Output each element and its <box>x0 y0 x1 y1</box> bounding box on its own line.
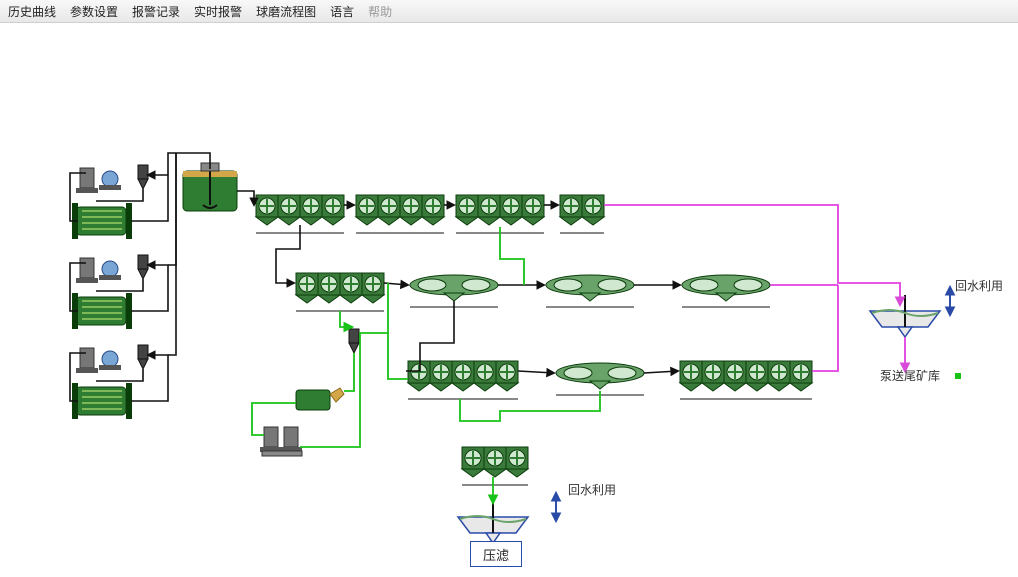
filter-press-box: 压滤 <box>470 541 522 567</box>
label-recycle-right: 回水利用 <box>955 277 1003 294</box>
regrind-pump-1 <box>260 427 282 452</box>
thickener-bottom <box>458 501 528 543</box>
mixing-tank <box>183 163 237 211</box>
mill-line-1 <box>72 165 148 239</box>
label-recycle-bottom: 回水利用 <box>568 481 616 498</box>
label-tailings: 泵送尾矿库 <box>880 367 940 384</box>
row2-bank <box>296 273 384 303</box>
row3-bank <box>408 361 518 391</box>
regrind-pump-2 <box>280 427 302 452</box>
mill-line-2 <box>72 255 148 329</box>
rougher-4 <box>560 195 604 225</box>
row2-cleaner-1 <box>410 275 498 301</box>
menu-bar: 历史曲线 参数设置 报警记录 实时报警 球磨流程图 语言 帮助 <box>0 0 1018 23</box>
row3-bank2 <box>680 361 812 391</box>
menu-history[interactable]: 历史曲线 <box>8 3 56 20</box>
menu-rtalarm[interactable]: 实时报警 <box>194 3 242 20</box>
filter-press-label: 压滤 <box>483 545 509 564</box>
rougher-1 <box>256 195 344 225</box>
flow-canvas: 回水利用 回水利用 泵送尾矿库 压滤 <box>0 23 1018 577</box>
menu-params[interactable]: 参数设置 <box>70 3 118 20</box>
row4-bank <box>462 447 528 477</box>
menu-lang[interactable]: 语言 <box>330 3 354 20</box>
row3-cleaner-1 <box>556 363 644 389</box>
regrind-mill <box>296 388 344 410</box>
thickener-right <box>870 295 940 337</box>
row2-cleaner-3 <box>682 275 770 301</box>
rougher-3 <box>456 195 544 225</box>
rougher-2 <box>356 195 444 225</box>
regrind-cyclone <box>349 329 359 353</box>
menu-help[interactable]: 帮助 <box>368 3 392 20</box>
row2-cleaner-2 <box>546 275 634 301</box>
mill-line-3 <box>72 345 148 419</box>
menu-flow[interactable]: 球磨流程图 <box>256 3 316 20</box>
flow-diagram <box>0 23 1018 577</box>
menu-alarms[interactable]: 报警记录 <box>132 3 180 20</box>
